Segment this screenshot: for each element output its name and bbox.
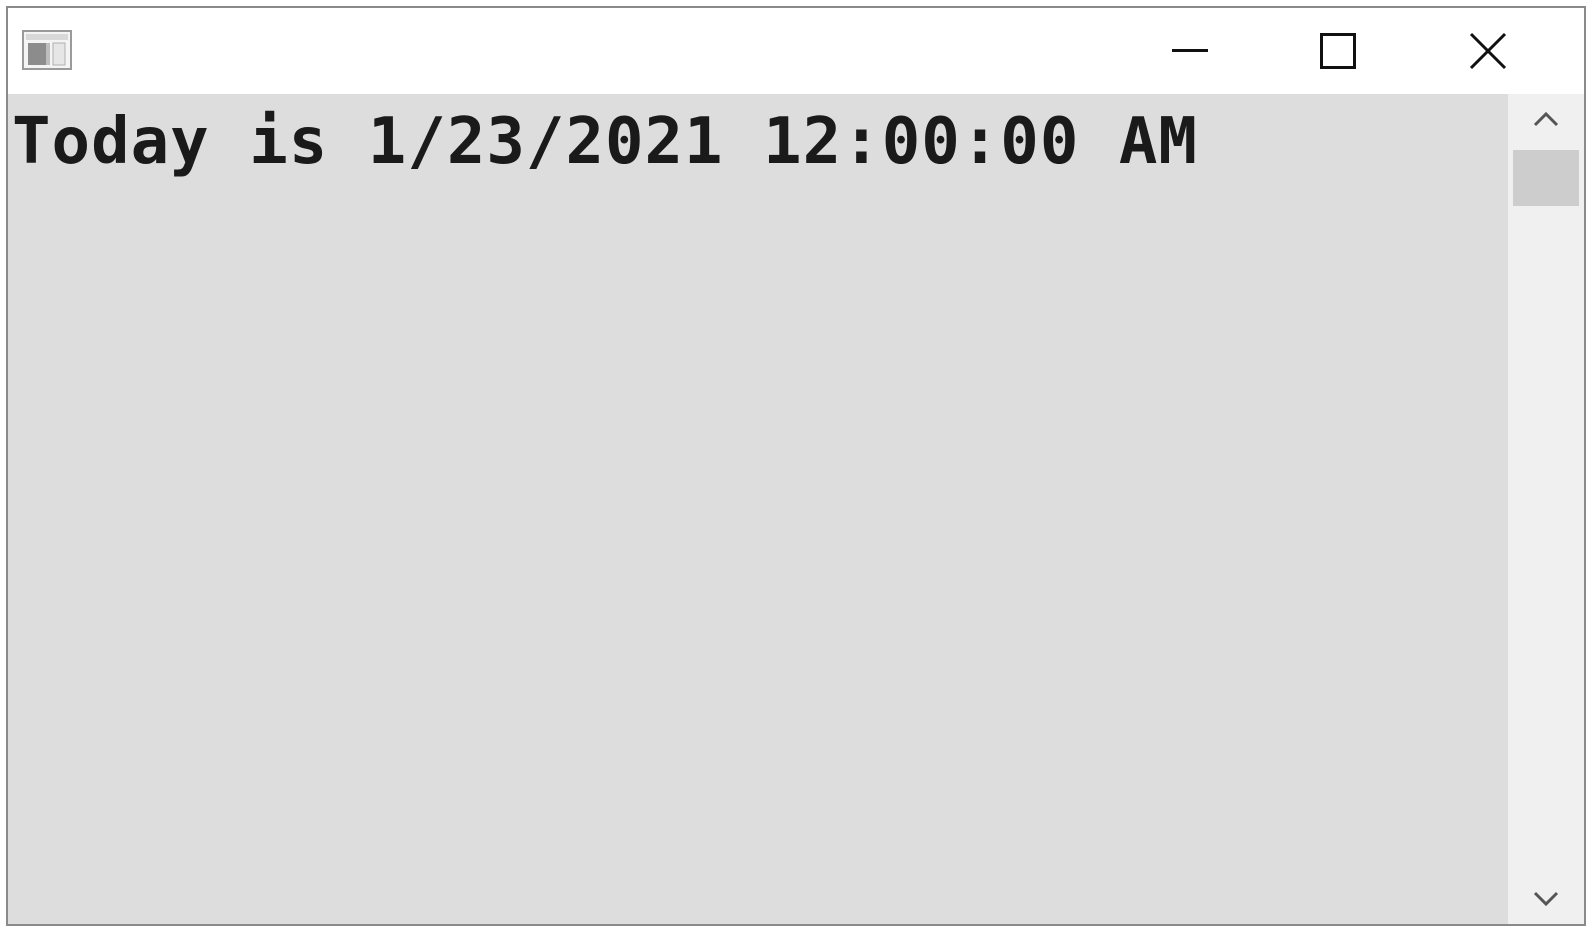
console-line: Today is 1/23/2021 12:00:00 AM: [12, 105, 1198, 179]
console-output[interactable]: Today is 1/23/2021 12:00:00 AM: [8, 94, 1508, 924]
minimize-button[interactable]: [1120, 8, 1260, 94]
console-app-icon[interactable]: [22, 30, 72, 70]
minimize-icon: [1172, 49, 1208, 52]
chevron-up-icon: [1533, 111, 1559, 127]
chevron-down-icon: [1533, 891, 1559, 907]
console-window: Today is 1/23/2021 12:00:00 AM: [6, 6, 1586, 926]
scroll-thumb[interactable]: [1513, 150, 1579, 206]
scroll-down-button[interactable]: [1508, 874, 1584, 924]
maximize-icon: [1320, 33, 1356, 69]
close-icon: [1469, 32, 1507, 70]
maximize-button[interactable]: [1268, 8, 1408, 94]
title-bar[interactable]: [8, 8, 1584, 94]
vertical-scrollbar[interactable]: [1508, 94, 1584, 924]
scroll-up-button[interactable]: [1508, 94, 1584, 144]
close-button[interactable]: [1418, 8, 1558, 94]
